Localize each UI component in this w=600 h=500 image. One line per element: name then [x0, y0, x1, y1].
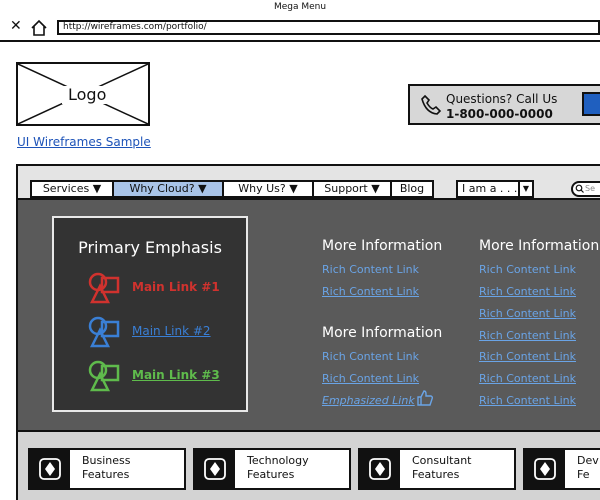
shapes-icon — [88, 360, 120, 392]
rich-content-link[interactable]: Rich Content Link — [479, 329, 576, 342]
phone-number: 1-800-000-0000 — [446, 107, 553, 121]
search-input[interactable]: Se — [571, 181, 600, 197]
feature-card-developer[interactable]: Dev Fe — [523, 448, 600, 490]
emphasized-link[interactable]: Emphasized Link — [322, 394, 415, 407]
rich-content-link[interactable]: Rich Content Link — [322, 372, 419, 385]
thumbs-up-icon — [417, 390, 434, 406]
main-link-1[interactable]: Main Link #1 — [86, 270, 236, 306]
logo-placeholder: Logo — [16, 62, 150, 126]
diamond-icon — [204, 458, 226, 480]
nav-item-support[interactable]: Support ▼ — [314, 182, 392, 196]
feature-card-consultant[interactable]: Consultant Features — [358, 448, 516, 490]
close-icon[interactable]: ✕ — [10, 18, 22, 34]
main-link-3[interactable]: Main Link #3 — [86, 358, 236, 394]
rich-content-link[interactable]: Rich Content Link — [322, 263, 419, 276]
i-am-a-dropdown[interactable]: I am a . . . ▼ — [456, 180, 534, 198]
rich-content-link[interactable]: Rich Content Link — [479, 394, 576, 407]
phone-icon — [421, 94, 442, 115]
feature-card-business[interactable]: Business Features — [28, 448, 186, 490]
caret-down-icon: ▼ — [367, 182, 380, 195]
caret-down-icon: ▼ — [89, 182, 102, 195]
home-icon[interactable] — [30, 19, 48, 37]
more-info-heading: More Information — [322, 238, 443, 254]
rich-content-link[interactable]: Rich Content Link — [479, 350, 576, 363]
primary-emphasis-panel: Primary Emphasis Main Link #1 Main Link … — [52, 216, 248, 412]
address-bar[interactable]: http://wireframes.com/portfolio/ — [57, 20, 600, 35]
search-icon — [575, 184, 584, 193]
feature-card-technology[interactable]: Technology Features — [193, 448, 351, 490]
rich-content-link[interactable]: Rich Content Link — [479, 285, 576, 298]
mega-menu-area: Services ▼ Why Cloud? ▼ Why Us? ▼ Suppor… — [16, 164, 600, 432]
nav-item-why-us[interactable]: Why Us? ▼ — [224, 182, 314, 196]
ui-wireframes-sample-link[interactable]: UI Wireframes Sample — [17, 135, 151, 149]
main-nav: Services ▼ Why Cloud? ▼ Why Us? ▼ Suppor… — [30, 180, 434, 198]
rich-content-link[interactable]: Rich Content Link — [322, 285, 419, 298]
window-titlebar: Mega Menu — [0, 0, 600, 16]
shapes-icon — [88, 272, 120, 304]
call-us-label: Questions? Call Us — [446, 92, 558, 106]
rich-content-link[interactable]: Rich Content Link — [479, 263, 576, 276]
logo-text: Logo — [62, 86, 113, 104]
dropdown-arrow-icon[interactable]: ▼ — [518, 182, 532, 196]
window-title: Mega Menu — [273, 2, 327, 12]
more-info-heading: More Information — [479, 238, 600, 254]
nav-item-why-cloud[interactable]: Why Cloud? ▼ — [114, 182, 224, 196]
browser-toolbar: ✕ http://wireframes.com/portfolio/ — [0, 16, 600, 42]
caret-down-icon: ▼ — [194, 182, 207, 195]
diamond-icon — [534, 458, 556, 480]
call-us-box: Questions? Call Us 1-800-000-0000 — [408, 84, 600, 125]
nav-bar: Services ▼ Why Cloud? ▼ Why Us? ▼ Suppor… — [18, 166, 600, 200]
rich-content-link[interactable]: Rich Content Link — [479, 307, 576, 320]
shapes-icon — [88, 316, 120, 348]
nav-item-services[interactable]: Services ▼ — [32, 182, 114, 196]
nav-item-blog[interactable]: Blog — [392, 182, 432, 196]
diamond-icon — [39, 458, 61, 480]
rich-content-link[interactable]: Rich Content Link — [479, 372, 576, 385]
more-info-heading: More Information — [322, 325, 443, 341]
call-button[interactable] — [582, 92, 600, 116]
caret-down-icon: ▼ — [285, 182, 298, 195]
main-link-2[interactable]: Main Link #2 — [86, 314, 236, 350]
primary-emphasis-title: Primary Emphasis — [78, 238, 222, 257]
rich-content-link[interactable]: Rich Content Link — [322, 350, 419, 363]
diamond-icon — [369, 458, 391, 480]
